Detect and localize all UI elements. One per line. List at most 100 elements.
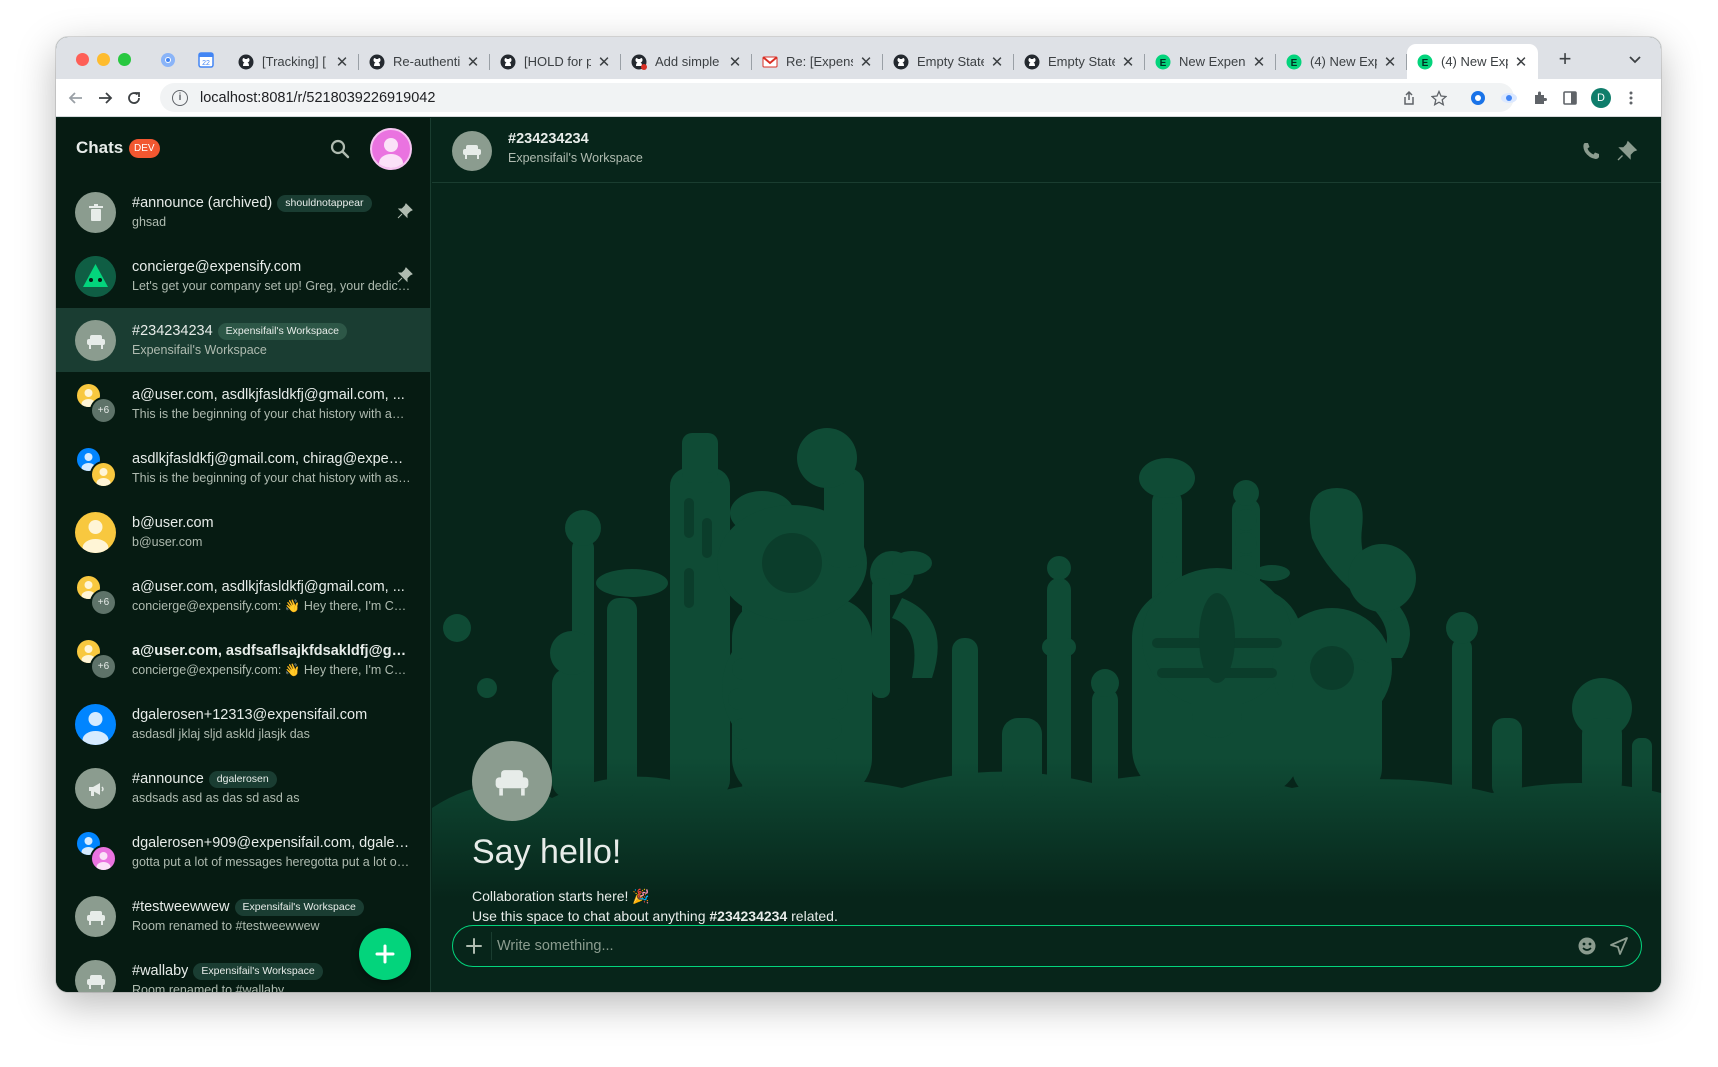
info-icon[interactable]: i xyxy=(172,89,188,106)
group-avatar: +6 xyxy=(75,638,119,682)
side-panel-icon[interactable] xyxy=(1560,88,1580,108)
eye-extension-icon[interactable] xyxy=(1499,88,1519,108)
user-avatar[interactable] xyxy=(370,128,412,170)
chat-row[interactable]: b@user.com b@user.com xyxy=(56,500,430,564)
env-badge: DEV xyxy=(129,139,160,158)
chat-name: #234234234 xyxy=(132,323,213,339)
chat-row[interactable]: +6 a@user.com, asdlkjfasldkfj@gmail.com,… xyxy=(56,372,430,436)
welcome-text-suffix: related. xyxy=(787,908,838,924)
pinned-tab-calendar[interactable]: 22 xyxy=(196,50,216,70)
workspace-badge: Expensifail's Workspace xyxy=(234,898,364,916)
expensify-icon: E xyxy=(1417,54,1433,70)
password-manager-icon[interactable] xyxy=(1468,88,1488,108)
chat-name: dgalerosen+12313@expensifail.com xyxy=(132,707,368,723)
tab-close-icon[interactable]: ✕ xyxy=(597,53,611,71)
tab-title: Empty State xyxy=(1048,54,1115,69)
tab-close-icon[interactable]: ✕ xyxy=(990,53,1004,71)
browser-window: 22 [Tracking] [ ✕ Re-authenti ✕ [HOLD fo… xyxy=(56,37,1661,992)
emoji-icon[interactable] xyxy=(1577,936,1597,956)
tab-close-icon[interactable]: ✕ xyxy=(728,53,742,71)
chat-name: #testweewwew xyxy=(132,899,230,915)
message-input[interactable] xyxy=(497,926,1547,966)
group-avatar xyxy=(75,446,119,490)
browser-tab-active[interactable]: E (4) New Exp ✕ xyxy=(1407,44,1538,79)
address-bar[interactable]: i localhost:8081/r/5218039226919042 xyxy=(160,83,1514,112)
browser-tab[interactable]: Empty State ✕ xyxy=(883,44,1014,79)
chevron-down-icon[interactable] xyxy=(1627,51,1643,67)
svg-text:E: E xyxy=(1160,58,1167,69)
chat-row[interactable]: concierge@expensify.com Let's get your c… xyxy=(56,244,430,308)
share-icon[interactable] xyxy=(1399,88,1419,108)
github-icon xyxy=(238,54,254,70)
chat-row[interactable]: +6 a@user.com, asdlkjfasldkfj@gmail.com,… xyxy=(56,564,430,628)
room-subtitle: Expensifail's Workspace xyxy=(508,151,643,165)
chat-preview: concierge@expensify.com: 👋 Hey there, I'… xyxy=(132,599,411,613)
profile-avatar: D xyxy=(1591,88,1611,108)
workspace-badge: dgalerosen xyxy=(208,770,277,788)
send-icon[interactable] xyxy=(1609,936,1629,956)
extensions-icon[interactable] xyxy=(1530,88,1550,108)
tab-close-icon[interactable]: ✕ xyxy=(335,53,349,71)
plus-icon[interactable] xyxy=(465,937,483,955)
svg-text:E: E xyxy=(1422,58,1429,69)
chat-row[interactable]: dgalerosen+909@expensifail.com, dgaleros… xyxy=(56,820,430,884)
search-icon[interactable] xyxy=(329,138,351,160)
back-button[interactable] xyxy=(66,88,86,108)
chat-row[interactable]: dgalerosen+12313@expensifail.com asdasdl… xyxy=(56,692,430,756)
concierge-icon xyxy=(75,256,116,297)
chat-row[interactable]: asdlkjfasldkfj@gmail.com, chirag@expensi… xyxy=(56,436,430,500)
browser-tab[interactable]: [HOLD for p ✕ xyxy=(490,44,621,79)
tab-close-icon[interactable]: ✕ xyxy=(1514,53,1528,71)
chat-preview: gotta put a lot of messages heregotta pu… xyxy=(132,855,411,869)
tab-close-icon[interactable]: ✕ xyxy=(1252,53,1266,71)
browser-tab[interactable]: Empty State ✕ xyxy=(1014,44,1145,79)
pin-icon[interactable] xyxy=(1616,140,1638,162)
gmail-icon xyxy=(762,54,778,70)
close-window-button[interactable] xyxy=(76,53,89,66)
browser-tab[interactable]: E (4) New Exp ✕ xyxy=(1276,44,1407,79)
phone-icon[interactable] xyxy=(1580,140,1602,162)
browser-tab[interactable]: [Tracking] [ ✕ xyxy=(228,44,359,79)
chat-preview: asdasdl jklaj sljd askld jlasjk das xyxy=(132,727,310,741)
tab-title: [HOLD for p xyxy=(524,54,591,69)
browser-tab[interactable]: Add simple ✕ xyxy=(621,44,752,79)
star-icon[interactable] xyxy=(1429,88,1449,108)
more-vert-icon[interactable] xyxy=(1621,88,1641,108)
chat-name: b@user.com xyxy=(132,515,214,531)
workspace-badge: Expensifail's Workspace xyxy=(217,322,347,340)
tab-title: New Expens xyxy=(1179,54,1246,69)
chat-row[interactable]: #announce dgalerosen asdsads asd as das s… xyxy=(56,756,430,820)
tab-close-icon[interactable]: ✕ xyxy=(1383,53,1397,71)
chat-header[interactable]: #234234234 Expensifail's Workspace xyxy=(432,118,1661,183)
chrome-icon xyxy=(161,53,175,67)
profile-button[interactable]: D xyxy=(1591,88,1611,108)
forward-button[interactable] xyxy=(95,88,115,108)
workspace-room-icon xyxy=(75,960,116,992)
tab-close-icon[interactable]: ✕ xyxy=(859,53,873,71)
chat-row-unread[interactable]: +6 a@user.com, asdfsaflsajkfdsakldfj@gma… xyxy=(56,628,430,692)
pin-icon[interactable] xyxy=(397,203,413,219)
pin-icon[interactable] xyxy=(397,267,413,283)
tab-close-icon[interactable]: ✕ xyxy=(1121,53,1135,71)
chat-name: #wallaby xyxy=(132,963,189,979)
minimize-window-button[interactable] xyxy=(97,53,110,66)
reload-button[interactable] xyxy=(124,88,144,108)
calendar-icon: 22 xyxy=(198,52,214,68)
browser-tab[interactable]: Re-authenti ✕ xyxy=(359,44,490,79)
browser-tab[interactable]: Re: [Expens ✕ xyxy=(752,44,883,79)
chat-row-selected[interactable]: #234234234 Expensifail's Workspace Expens… xyxy=(56,308,430,372)
github-icon xyxy=(500,54,516,70)
chat-row[interactable]: #announce (archived) shouldnotappear ghsa… xyxy=(56,180,430,244)
browser-tab[interactable]: E New Expens ✕ xyxy=(1145,44,1276,79)
expensify-icon: E xyxy=(1286,54,1302,70)
pinned-tab-chrome[interactable] xyxy=(158,50,178,70)
tab-close-icon[interactable]: ✕ xyxy=(466,53,480,71)
new-chat-button[interactable] xyxy=(359,928,411,980)
empty-state-illustration xyxy=(432,338,1661,898)
sidebar-header: Chats DEV xyxy=(56,118,430,180)
new-tab-button[interactable]: + xyxy=(1554,48,1576,70)
chat-preview: This is the beginning of your chat histo… xyxy=(132,407,411,421)
tab-title: Empty State xyxy=(917,54,984,69)
maximize-window-button[interactable] xyxy=(118,53,131,66)
chat-preview: b@user.com xyxy=(132,535,203,549)
